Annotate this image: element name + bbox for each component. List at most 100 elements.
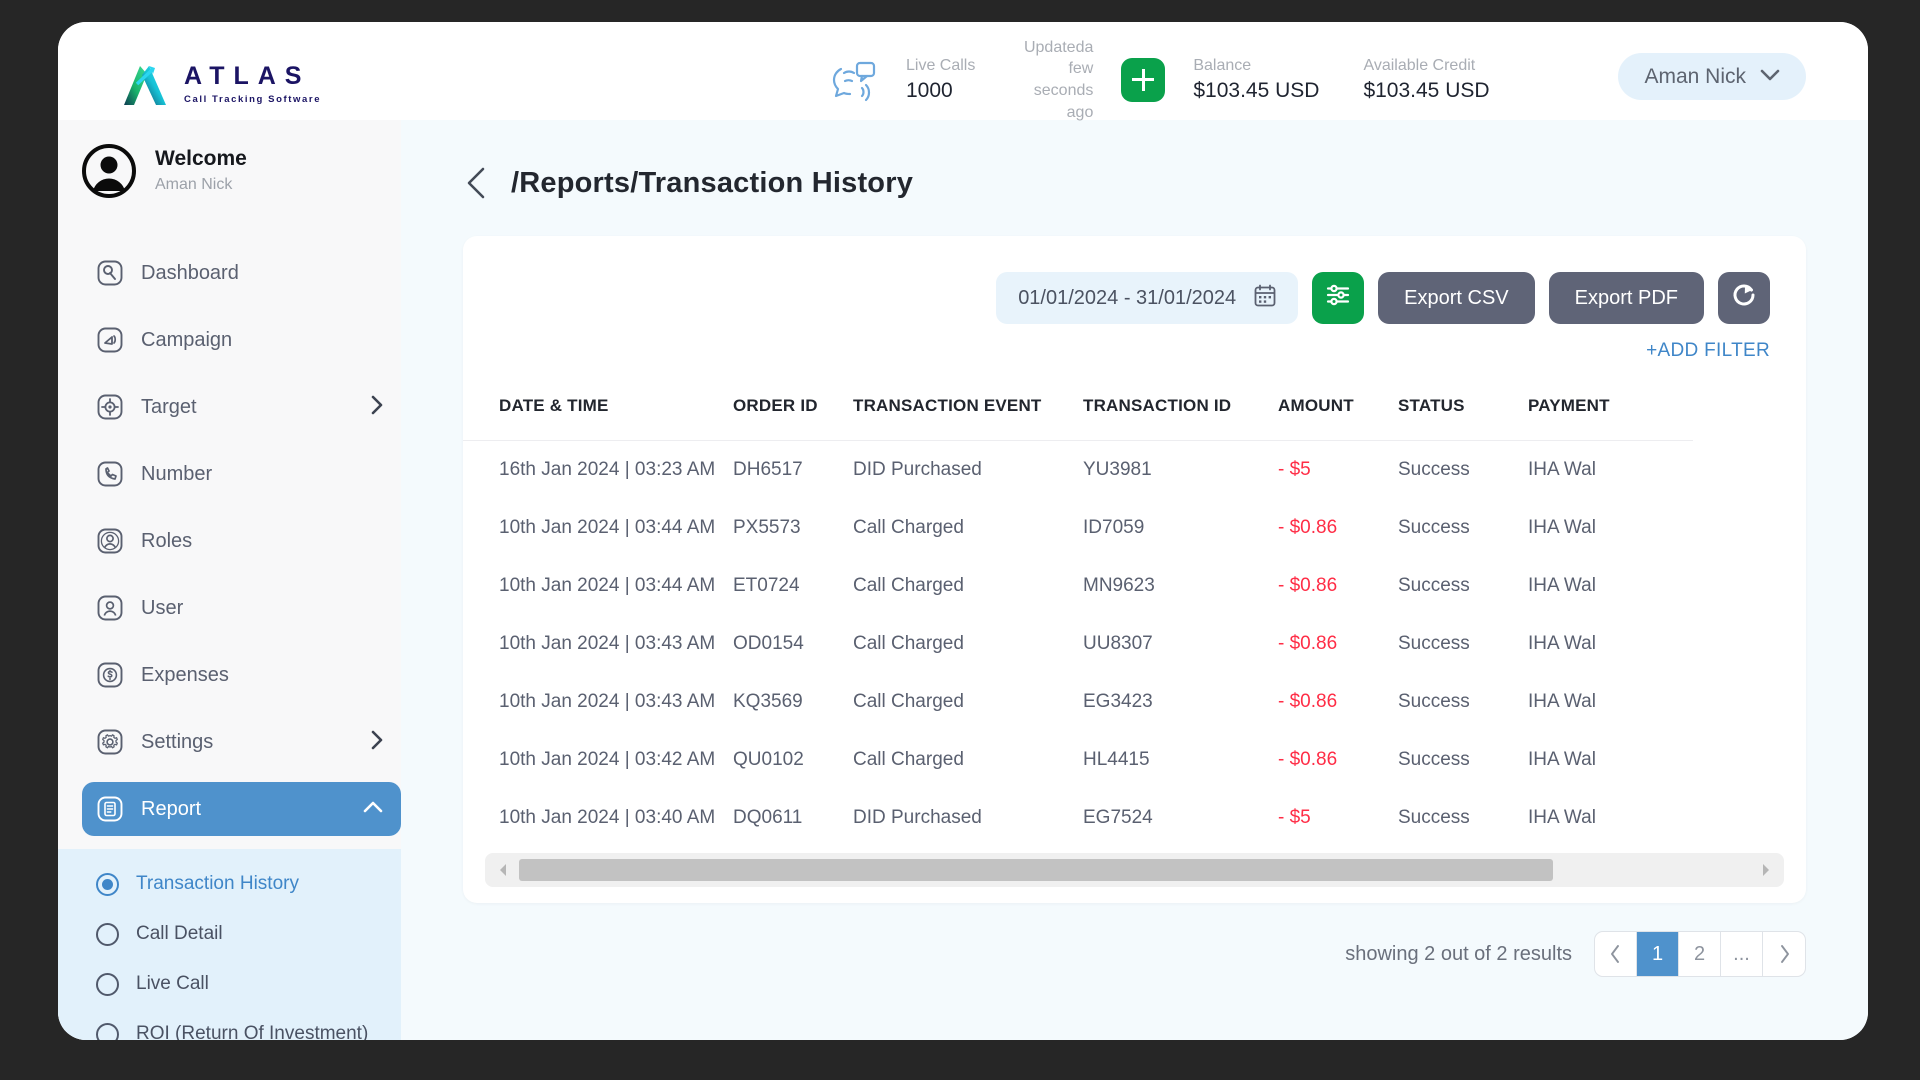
add-funds-button[interactable] xyxy=(1121,58,1166,102)
subnav-item-label: Call Detail xyxy=(136,923,223,944)
sidebar-item-settings[interactable]: Settings xyxy=(82,715,401,769)
cell-event: Call Charged xyxy=(853,749,964,770)
cell-event: Call Charged xyxy=(853,517,964,538)
sidebar-item-number[interactable]: Number xyxy=(82,447,401,501)
cell-payment: IHA Wal xyxy=(1528,807,1596,828)
cell-amount: - $0.86 xyxy=(1278,691,1338,712)
cell-order-id: PX5573 xyxy=(733,517,801,538)
transactions-card: 01/01/2024 - 31/01/2024 Export CSV Expor… xyxy=(463,236,1806,903)
sidebar-item-campaign[interactable]: Campaign xyxy=(82,313,401,367)
date-range-value: 01/01/2024 - 31/01/2024 xyxy=(1018,286,1237,309)
cell-transaction-id: YU3981 xyxy=(1083,459,1152,480)
balance-value: $103.45 USD xyxy=(1193,78,1320,102)
sidebar-item-report[interactable]: Report xyxy=(82,782,401,836)
credit-label: Available Credit xyxy=(1363,57,1476,75)
sidebar-item-label: Dashboard xyxy=(141,261,239,284)
cell-datetime: 10th Jan 2024 | 03:43 AM xyxy=(499,691,716,712)
pagination-page-2[interactable]: 2 xyxy=(1679,932,1721,976)
table-row[interactable]: 10th Jan 2024 | 03:44 AM ET0724 Call Cha… xyxy=(463,557,1693,615)
horizontal-scrollbar[interactable] xyxy=(485,853,1784,887)
credit-value: $103.45 USD xyxy=(1363,78,1490,102)
live-calls-label: Live Calls xyxy=(906,57,976,75)
sidebar-item-dashboard[interactable]: Dashboard xyxy=(82,246,401,300)
cell-payment: IHA Wal xyxy=(1528,633,1596,654)
cell-event: Call Charged xyxy=(853,691,964,712)
table-row[interactable]: 10th Jan 2024 | 03:42 AM QU0102 Call Cha… xyxy=(463,731,1693,789)
table-row[interactable]: 10th Jan 2024 | 03:43 AM KQ3569 Call Cha… xyxy=(463,673,1693,731)
column-header-order-id: ORDER ID xyxy=(733,380,853,441)
pagination-ellipsis[interactable]: ... xyxy=(1721,932,1763,976)
sidebar-item-label: Expenses xyxy=(141,663,229,686)
cell-status: Success xyxy=(1398,807,1470,828)
pagination-page-1[interactable]: 1 xyxy=(1637,932,1679,976)
date-range-picker[interactable]: 01/01/2024 - 31/01/2024 xyxy=(996,272,1299,324)
header-stats: Live Calls 1000 Updateda few seconds ago… xyxy=(828,39,1512,121)
export-pdf-button[interactable]: Export PDF xyxy=(1548,272,1704,324)
subnav-item-live-call[interactable]: Live Call xyxy=(58,959,401,1009)
column-header-event: TRANSACTION EVENT xyxy=(853,380,1083,441)
results-count: showing 2 out of 2 results xyxy=(1345,942,1572,965)
stat-available-credit: Available Credit $103.45 USD xyxy=(1341,52,1511,108)
table-toolbar: 01/01/2024 - 31/01/2024 Export CSV Expor… xyxy=(463,236,1806,324)
pagination-prev[interactable] xyxy=(1595,932,1637,976)
sidebar-item-label: User xyxy=(141,596,184,619)
cell-payment: IHA Wal xyxy=(1528,517,1596,538)
cell-datetime: 10th Jan 2024 | 03:43 AM xyxy=(499,633,716,654)
table-row[interactable]: 16th Jan 2024 | 03:23 AM DH6517 DID Purc… xyxy=(463,441,1693,500)
pagination-next[interactable] xyxy=(1763,932,1805,976)
subnav-item-call-detail[interactable]: Call Detail xyxy=(58,909,401,959)
cell-transaction-id: EG7524 xyxy=(1083,807,1153,828)
table-row[interactable]: 10th Jan 2024 | 03:43 AM OD0154 Call Cha… xyxy=(463,615,1693,673)
sidebar-item-user[interactable]: User xyxy=(82,581,401,635)
stat-balance: Balance $103.45 USD xyxy=(1171,52,1341,108)
pagination: 1 2 ... xyxy=(1594,931,1806,977)
cell-order-id: QU0102 xyxy=(733,749,804,770)
calendar-icon xyxy=(1254,284,1276,313)
device-bezel: ATLAS Call Tracking Software Live Calls … xyxy=(0,0,1920,1080)
subnav-item-transaction-history[interactable]: Transaction History xyxy=(58,859,401,909)
chevron-right-icon xyxy=(371,395,383,420)
chevron-left-icon[interactable] xyxy=(463,166,489,200)
subnav-item-roi[interactable]: ROI (Return Of Investment) xyxy=(58,1009,401,1040)
live-calls-icon xyxy=(828,57,880,103)
export-pdf-label: Export PDF xyxy=(1574,286,1678,309)
add-filter-button[interactable]: +ADD FILTER xyxy=(1646,340,1770,362)
column-header-status: STATUS xyxy=(1398,380,1528,441)
export-csv-button[interactable]: Export CSV xyxy=(1378,272,1535,324)
column-header-transaction-id: TRANSACTION ID xyxy=(1083,380,1278,441)
radio-icon xyxy=(96,922,119,946)
scrollbar-thumb[interactable] xyxy=(519,859,1554,881)
refresh-button[interactable] xyxy=(1718,272,1770,324)
cell-status: Success xyxy=(1398,691,1470,712)
cell-order-id: OD0154 xyxy=(733,633,804,654)
welcome-title: Welcome xyxy=(155,147,247,171)
transactions-table: DATE & TIME ORDER ID TRANSACTION EVENT T… xyxy=(463,380,1693,847)
cell-order-id: ET0724 xyxy=(733,575,800,596)
sliders-icon xyxy=(1325,282,1351,314)
cell-order-id: DH6517 xyxy=(733,459,803,480)
refresh-icon xyxy=(1731,282,1757,314)
roles-icon xyxy=(96,527,124,555)
export-csv-label: Export CSV xyxy=(1404,286,1509,309)
scrollbar-track[interactable] xyxy=(519,859,1750,881)
sidebar-item-expenses[interactable]: Expenses xyxy=(82,648,401,702)
column-header-payment: PAYMENT xyxy=(1528,380,1693,441)
add-filter-row: +ADD FILTER xyxy=(463,324,1806,362)
table-header-row: DATE & TIME ORDER ID TRANSACTION EVENT T… xyxy=(463,380,1693,441)
cell-datetime: 10th Jan 2024 | 03:42 AM xyxy=(499,749,716,770)
table-footer: showing 2 out of 2 results 1 2 ... xyxy=(401,903,1868,977)
scroll-left-arrow-icon[interactable] xyxy=(497,863,509,877)
subnav-item-label: ROI (Return Of Investment) xyxy=(136,1023,369,1040)
sidebar-item-label: Target xyxy=(141,395,197,418)
brand-logo[interactable]: ATLAS Call Tracking Software xyxy=(120,60,321,108)
cell-payment: IHA Wal xyxy=(1528,749,1596,770)
filter-button[interactable] xyxy=(1312,272,1365,324)
scroll-right-arrow-icon[interactable] xyxy=(1760,863,1772,877)
sidebar-item-target[interactable]: Target xyxy=(82,380,401,434)
table-row[interactable]: 10th Jan 2024 | 03:44 AM PX5573 Call Cha… xyxy=(463,499,1693,557)
expenses-icon xyxy=(96,661,124,689)
cell-amount: - $0.86 xyxy=(1278,575,1338,596)
table-row[interactable]: 10th Jan 2024 | 03:40 AM DQ0611 DID Purc… xyxy=(463,789,1693,847)
user-menu-button[interactable]: Aman Nick xyxy=(1618,53,1806,100)
sidebar-item-roles[interactable]: Roles xyxy=(82,514,401,568)
